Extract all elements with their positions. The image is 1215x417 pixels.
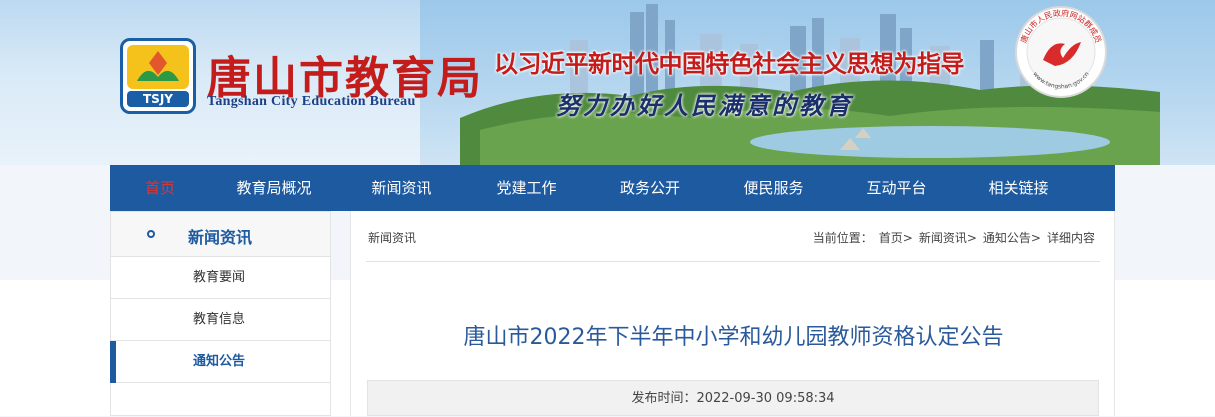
nav-interaction-platform[interactable]: 互动平台 bbox=[835, 165, 958, 211]
nav-public-services[interactable]: 便民服务 bbox=[712, 165, 835, 211]
nav-home[interactable]: 首页 bbox=[110, 165, 210, 211]
logo-emblem-icon: TSJY bbox=[127, 45, 189, 107]
sidebar-item-education-news[interactable]: 教育要闻 bbox=[111, 257, 330, 299]
nav-bureau-overview[interactable]: 教育局概况 bbox=[210, 165, 338, 211]
nav-related-links[interactable]: 相关链接 bbox=[958, 165, 1079, 211]
site-title-en: Tangshan City Education Bureau bbox=[207, 94, 416, 109]
main-content: 新闻资讯 当前位置： 首页> 新闻资讯> 通知公告> 详细内容 唐山市2022年… bbox=[350, 211, 1115, 416]
header-banner: TSJY 唐山市教育局 Tangshan City Education Bure… bbox=[0, 0, 1215, 165]
article-title: 唐山市2022年下半年中小学和幼儿园教师资格认定公告 bbox=[463, 325, 1004, 350]
nav-government-affairs[interactable]: 政务公开 bbox=[588, 165, 712, 211]
main-nav: 首页 教育局概况 新闻资讯 党建工作 政务公开 便民服务 互动平台 相关链接 bbox=[110, 165, 1115, 211]
sidebar-title: 新闻资讯 bbox=[188, 228, 253, 247]
publish-time: 2022-09-30 09:58:34 bbox=[696, 391, 835, 406]
circle-bullet-icon bbox=[147, 230, 155, 238]
sidebar-item-education-info[interactable]: 教育信息 bbox=[111, 299, 330, 341]
slogan-primary: 以习近平新时代中国特色社会主义思想为指导 bbox=[494, 50, 965, 78]
sidebar-item-notices[interactable]: 通知公告 bbox=[110, 341, 330, 383]
bureau-logo[interactable]: TSJY bbox=[120, 38, 196, 114]
sidebar: 新闻资讯 教育要闻 教育信息 通知公告 bbox=[110, 211, 331, 416]
section-title: 新闻资讯 bbox=[368, 231, 417, 245]
breadcrumb-bar: 新闻资讯 当前位置： 首页> 新闻资讯> 通知公告> 详细内容 bbox=[366, 211, 1100, 262]
publish-label: 发布时间： bbox=[631, 391, 697, 406]
logo-text: TSJY bbox=[143, 92, 173, 106]
breadcrumb-current: 详细内容 bbox=[1046, 231, 1095, 245]
breadcrumb: 当前位置： 首页> 新闻资讯> 通知公告> 详细内容 bbox=[807, 229, 1095, 246]
government-site-seal[interactable]: 唐山市人民政府网站群成员 www.tangshan.gov.cn bbox=[1013, 4, 1109, 100]
breadcrumb-home[interactable]: 首页> bbox=[879, 229, 913, 246]
slogan-secondary: 努力办好人民满意的教育 bbox=[556, 91, 853, 120]
sidebar-header: 新闻资讯 bbox=[111, 212, 330, 257]
nav-news[interactable]: 新闻资讯 bbox=[338, 165, 465, 211]
breadcrumb-news[interactable]: 新闻资讯> bbox=[919, 229, 977, 246]
breadcrumb-label: 当前位置： bbox=[812, 231, 873, 245]
nav-party-building[interactable]: 党建工作 bbox=[465, 165, 588, 211]
breadcrumb-notices[interactable]: 通知公告> bbox=[983, 229, 1041, 246]
article-meta: 发布时间：2022-09-30 09:58:34 bbox=[367, 380, 1099, 416]
